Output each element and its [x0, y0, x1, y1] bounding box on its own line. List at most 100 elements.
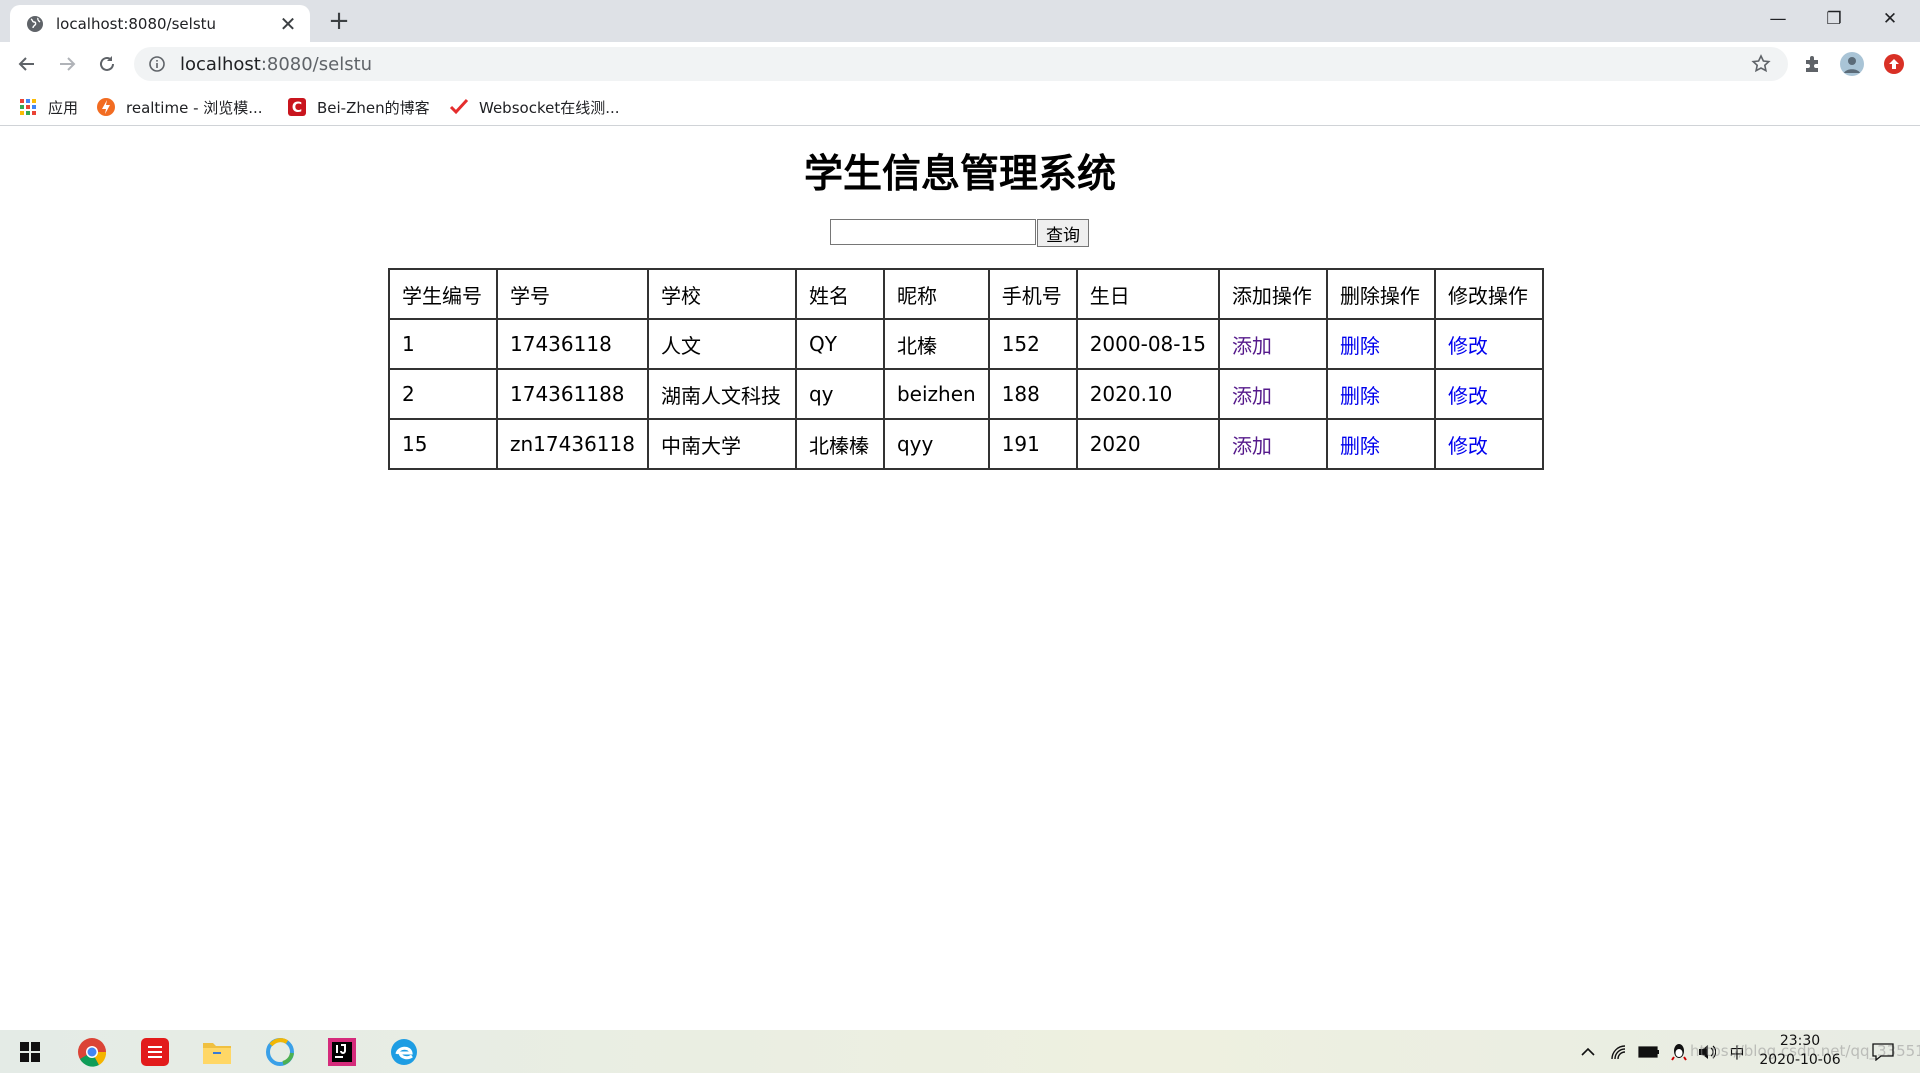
url-text: localhost:8080/selstu	[180, 54, 1748, 75]
page-title: 学生信息管理系统	[803, 152, 1116, 197]
cell-student-number: 174361188	[496, 368, 649, 420]
cell-nickname: beizhen	[882, 368, 990, 420]
column-header: 生日	[1075, 268, 1220, 320]
cell-delete: 删除	[1325, 418, 1436, 470]
back-arrow-icon	[18, 57, 34, 71]
forward-arrow-icon	[60, 57, 76, 71]
avatar[interactable]	[1838, 50, 1866, 78]
bookmark-realtime[interactable]: realtime - 浏览模...	[96, 94, 263, 120]
page-content: 学生信息管理系统 查询 学生编号 学号 学校 姓名 昵称 手机号 生日 添加操作…	[0, 127, 1920, 1030]
youdao-icon[interactable]	[131, 1034, 179, 1070]
minimize-button[interactable]: —	[1750, 0, 1806, 38]
add-link[interactable]: 添加	[1232, 334, 1272, 358]
search-button[interactable]: 查询	[1037, 219, 1089, 247]
cell-add: 添加	[1217, 318, 1328, 370]
cell-name: QY	[794, 318, 885, 370]
bookmark-label: Bei-Zhen的博客	[317, 98, 430, 117]
column-header: 学校	[646, 268, 797, 320]
cell-edit: 修改	[1433, 318, 1544, 370]
cell-birthday: 2000-08-15	[1075, 318, 1220, 370]
back-button[interactable]	[13, 50, 41, 78]
wifi-icon[interactable]	[1607, 1040, 1631, 1064]
file-explorer-icon[interactable]	[193, 1034, 241, 1070]
intellij-icon[interactable]	[318, 1034, 366, 1070]
edit-link[interactable]: 修改	[1448, 384, 1488, 408]
checkmark-icon	[449, 97, 469, 117]
address-bar[interactable]: localhost:8080/selstu	[134, 47, 1788, 81]
cell-student-number: 17436118	[496, 318, 649, 370]
cell-phone: 152	[987, 318, 1078, 370]
url-host: localhost	[180, 53, 261, 75]
cell-school: 中南大学	[646, 418, 797, 470]
qq-icon[interactable]	[1667, 1040, 1691, 1064]
add-link[interactable]: 添加	[1232, 434, 1272, 458]
tab-strip: localhost:8080/selstu ✕ + — ❐ ✕	[0, 0, 1920, 42]
delete-link[interactable]: 删除	[1340, 334, 1380, 358]
cell-student-number: zn17436118	[496, 418, 649, 470]
taskbar: 中 https://blog.csdn.net/qq_33551873 23:3…	[0, 1030, 1920, 1073]
star-icon[interactable]	[1748, 54, 1774, 74]
table-header-row: 学生编号 学号 学校 姓名 昵称 手机号 生日 添加操作 删除操作 修改操作	[388, 268, 1544, 320]
edit-link[interactable]: 修改	[1448, 434, 1488, 458]
cell-id: 15	[388, 418, 498, 470]
cell-birthday: 2020.10	[1075, 368, 1220, 420]
search-form: 查询	[830, 219, 1089, 247]
cell-id: 1	[388, 318, 498, 370]
close-window-button[interactable]: ✕	[1862, 0, 1918, 38]
bookmark-apps[interactable]: 应用	[18, 94, 78, 120]
globe-icon	[26, 15, 44, 33]
bookmark-label: realtime - 浏览模...	[126, 98, 263, 117]
cell-birthday: 2020	[1075, 418, 1220, 470]
cell-name: qy	[794, 368, 885, 420]
browser-360-icon[interactable]	[256, 1034, 304, 1070]
column-header: 修改操作	[1433, 268, 1544, 320]
add-link[interactable]: 添加	[1232, 384, 1272, 408]
clock[interactable]: 23:30 2020-10-06	[1740, 1032, 1860, 1070]
update-icon[interactable]	[1880, 50, 1908, 78]
cell-add: 添加	[1217, 368, 1328, 420]
url-path: :8080/selstu	[260, 53, 373, 75]
new-tab-button[interactable]: +	[323, 5, 355, 37]
cell-edit: 修改	[1433, 368, 1544, 420]
cell-delete: 删除	[1325, 368, 1436, 420]
cell-edit: 修改	[1433, 418, 1544, 470]
cell-id: 2	[388, 368, 498, 420]
column-header: 昵称	[882, 268, 990, 320]
table-row: 2 174361188 湖南人文科技 qy beizhen 188 2020.1…	[388, 368, 1544, 420]
csdn-icon: C	[287, 97, 307, 117]
cell-name: 北榛榛	[794, 418, 885, 470]
notification-icon[interactable]	[1868, 1040, 1898, 1064]
forward-button[interactable]	[53, 50, 81, 78]
search-input[interactable]	[830, 219, 1036, 245]
edit-link[interactable]: 修改	[1448, 334, 1488, 358]
info-icon[interactable]	[148, 55, 166, 73]
chevron-up-icon[interactable]	[1578, 1040, 1598, 1064]
cell-school: 湖南人文科技	[646, 368, 797, 420]
table-row: 15 zn17436118 中南大学 北榛榛 qyy 191 2020 添加 删…	[388, 418, 1544, 470]
chrome-icon[interactable]	[68, 1034, 116, 1070]
restore-button[interactable]: ❐	[1806, 0, 1862, 38]
delete-link[interactable]: 删除	[1340, 384, 1380, 408]
bookmark-label: Websocket在线测...	[479, 98, 620, 117]
clock-time: 23:30	[1779, 1033, 1821, 1049]
cell-school: 人文	[646, 318, 797, 370]
cell-phone: 191	[987, 418, 1078, 470]
bookmark-label: 应用	[48, 98, 79, 117]
cell-phone: 188	[987, 368, 1078, 420]
bookmark-websocket[interactable]: Websocket在线测...	[449, 94, 620, 120]
windows-start-icon[interactable]	[6, 1034, 54, 1070]
student-table: 学生编号 学号 学校 姓名 昵称 手机号 生日 添加操作 删除操作 修改操作 1…	[388, 268, 1544, 470]
extensions-icon[interactable]	[1798, 50, 1826, 78]
column-header: 删除操作	[1325, 268, 1436, 320]
bookmark-beizhen-blog[interactable]: C Bei-Zhen的博客	[287, 94, 430, 120]
cell-nickname: 北榛	[882, 318, 990, 370]
column-header: 学生编号	[388, 268, 498, 320]
svg-text:C: C	[292, 100, 302, 116]
battery-icon[interactable]	[1637, 1040, 1661, 1064]
reload-button[interactable]	[93, 50, 121, 78]
delete-link[interactable]: 删除	[1340, 434, 1380, 458]
cell-nickname: qyy	[882, 418, 990, 470]
edge-icon[interactable]	[380, 1034, 428, 1070]
browser-tab[interactable]: localhost:8080/selstu ✕	[10, 5, 310, 42]
tab-close-icon[interactable]: ✕	[278, 12, 298, 36]
